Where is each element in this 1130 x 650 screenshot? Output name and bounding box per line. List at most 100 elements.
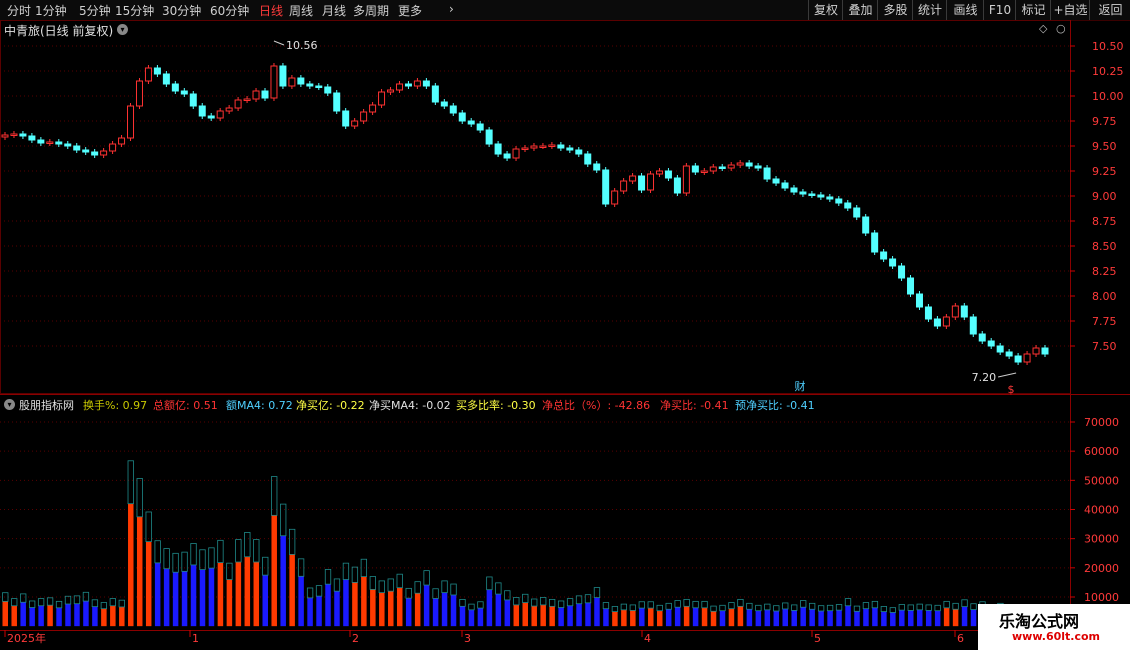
volume-ma-outline <box>414 581 421 594</box>
candle-body <box>924 306 932 320</box>
candle-body <box>198 105 206 117</box>
volume-bar <box>692 607 699 627</box>
volume-bar <box>764 609 771 627</box>
volume-axis-label: 60000 <box>1084 445 1119 458</box>
candle-body <box>745 162 753 167</box>
volume-bar <box>925 610 932 627</box>
candle-body <box>19 133 27 137</box>
volume-bar <box>271 515 277 627</box>
volume-bar <box>163 568 170 627</box>
volume-ma-outline <box>2 592 9 602</box>
candle-body <box>333 92 341 112</box>
candle-body <box>342 110 350 127</box>
volume-ma-outline <box>172 552 179 573</box>
logo-sub: www.60lt.com <box>1012 630 1101 643</box>
volume-ma-outline <box>907 604 914 611</box>
volume-ma-outline <box>28 600 36 608</box>
volume-bar <box>854 611 860 627</box>
indicator-menu-icon[interactable]: ▾ <box>4 399 15 410</box>
price-axis-label: 9.25 <box>1092 165 1117 178</box>
candle-body <box>862 216 870 234</box>
volume-bar <box>307 597 313 627</box>
candle-body <box>144 67 152 82</box>
volume-ma-outline <box>916 603 923 611</box>
volume-ma-outline <box>620 603 628 611</box>
candle-body <box>629 175 637 182</box>
volume-bar <box>943 607 950 627</box>
candle-body <box>700 170 708 173</box>
volume-ma-outline <box>297 558 305 577</box>
volume-ma-outline <box>37 598 45 607</box>
volume-axis-label: 50000 <box>1084 474 1119 487</box>
candle-body <box>270 65 278 99</box>
candle-body <box>942 316 950 327</box>
volume-bar <box>38 605 44 627</box>
volume-axis-label: 40000 <box>1084 504 1119 517</box>
candle-body <box>611 190 619 205</box>
volume-bar <box>656 610 663 627</box>
candle-body <box>189 93 197 107</box>
candle-body <box>324 86 332 94</box>
price-axis-label: 10.50 <box>1092 40 1124 53</box>
candle-body <box>440 101 448 107</box>
indicator-name[interactable]: 股朋指标网 <box>19 397 74 413</box>
volume-bar <box>361 576 367 627</box>
low-annotation-arrow <box>997 372 1017 378</box>
volume-ma-outline <box>109 598 116 607</box>
volume-bar <box>908 610 914 627</box>
volume-ma-outline <box>190 543 197 566</box>
candle-body <box>736 162 744 166</box>
volume-bar <box>648 608 654 627</box>
candle-body <box>844 202 852 209</box>
dropdown-chevron-icon[interactable]: ▾ <box>117 24 128 35</box>
circle-outline-icon[interactable]: ○ <box>1056 22 1066 35</box>
volume-ma-outline <box>459 598 466 607</box>
volume-bar <box>190 564 197 627</box>
candle-body <box>476 123 484 131</box>
volume-bar <box>522 602 528 627</box>
volume-ma-outline <box>898 604 905 611</box>
candle-body <box>548 144 556 147</box>
price-axis-label: 10.00 <box>1092 90 1124 103</box>
date-axis-label: 5 <box>814 632 821 645</box>
volume-bar <box>450 594 457 627</box>
volume-bar <box>128 503 134 627</box>
candle-body <box>817 194 825 198</box>
volume-ma-outline <box>557 600 565 608</box>
candle-body <box>647 173 655 191</box>
volume-axis-label: 20000 <box>1084 562 1119 575</box>
low-price-label: 7.20 <box>972 371 997 384</box>
indicator-label: 净买比: <box>660 399 701 412</box>
candle-body <box>109 143 117 152</box>
volume-bar <box>630 610 636 627</box>
indicator-item-3: 净买亿: -0.22 <box>296 397 365 413</box>
volume-ma-outline <box>737 598 744 607</box>
volume-bar <box>226 579 233 627</box>
volume-ma-outline <box>952 602 959 610</box>
indicator-label: 预净买比: <box>735 399 787 412</box>
candle-body <box>727 164 735 169</box>
volume-ma-outline <box>280 503 287 537</box>
volume-ma-outline <box>853 605 861 612</box>
volume-bar <box>540 604 546 627</box>
volume-ma-outline <box>719 604 726 612</box>
candle-body <box>225 107 233 112</box>
candle-body <box>180 90 188 95</box>
volume-bar <box>432 598 439 627</box>
volume-bar <box>746 609 753 627</box>
volume-ma-outline <box>351 566 359 583</box>
diamond-icon[interactable]: ◇ <box>1039 22 1047 35</box>
volume-ma-outline <box>602 602 610 610</box>
volume-ma-outline <box>611 606 619 612</box>
volume-ma-outline <box>880 606 888 612</box>
volume-bar <box>809 609 815 627</box>
stock-chart: 10.50 10.25 10.00 9.75 9.50 9.25 9.00 8.75 8.50 8… <box>0 20 1130 650</box>
volume-ma-outline <box>55 600 63 609</box>
candle-body <box>171 83 179 92</box>
candle-body <box>431 85 439 103</box>
candle-body <box>593 163 601 171</box>
candle-body <box>1 134 9 138</box>
volume-ma-outline <box>970 603 977 610</box>
candle-body <box>826 196 834 200</box>
volume-bar <box>899 610 905 627</box>
